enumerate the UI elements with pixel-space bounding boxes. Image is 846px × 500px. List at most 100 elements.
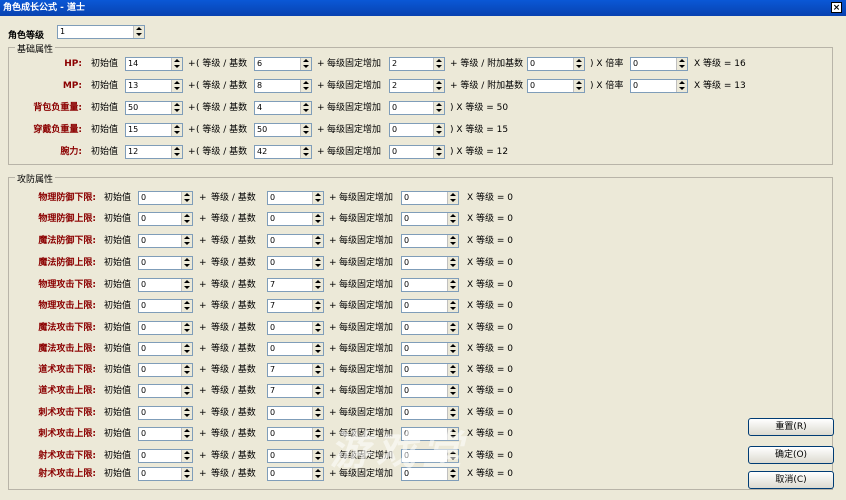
spin-arrows-icon[interactable]: [300, 80, 311, 92]
spin-arrows-icon[interactable]: [181, 450, 192, 462]
spin-arrows-icon[interactable]: [133, 26, 144, 38]
initial-input[interactable]: 0: [138, 191, 193, 205]
initial-input[interactable]: 0: [138, 363, 193, 377]
extra-base-input[interactable]: 0: [527, 79, 585, 93]
spin-arrows-icon[interactable]: [312, 450, 323, 462]
spin-arrows-icon[interactable]: [447, 364, 458, 376]
spin-arrows-icon[interactable]: [433, 102, 444, 114]
base-input[interactable]: 7: [267, 384, 324, 398]
spin-arrows-icon[interactable]: [171, 80, 182, 92]
fixed-input[interactable]: 0: [401, 342, 459, 356]
initial-input[interactable]: 0: [138, 278, 193, 292]
spin-arrows-icon[interactable]: [312, 213, 323, 225]
spin-arrows-icon[interactable]: [181, 213, 192, 225]
spin-arrows-icon[interactable]: [433, 124, 444, 136]
spin-arrows-icon[interactable]: [312, 192, 323, 204]
base-input[interactable]: 8: [254, 79, 312, 93]
multiplier-input[interactable]: 0: [630, 79, 688, 93]
spin-arrows-icon[interactable]: [447, 257, 458, 269]
spin-arrows-icon[interactable]: [447, 343, 458, 355]
initial-input[interactable]: 0: [138, 256, 193, 270]
spin-arrows-icon[interactable]: [300, 146, 311, 158]
fixed-input[interactable]: 0: [389, 145, 445, 159]
spin-arrows-icon[interactable]: [312, 257, 323, 269]
initial-input[interactable]: 0: [138, 234, 193, 248]
ok-button[interactable]: 确定(O): [748, 446, 834, 464]
base-input[interactable]: 0: [267, 427, 324, 441]
spin-arrows-icon[interactable]: [171, 124, 182, 136]
spin-arrows-icon[interactable]: [300, 124, 311, 136]
spin-arrows-icon[interactable]: [181, 192, 192, 204]
spin-arrows-icon[interactable]: [171, 146, 182, 158]
spin-arrows-icon[interactable]: [300, 58, 311, 70]
extra-base-input[interactable]: 0: [527, 57, 585, 71]
fixed-input[interactable]: 0: [401, 299, 459, 313]
spin-arrows-icon[interactable]: [433, 146, 444, 158]
spin-arrows-icon[interactable]: [312, 322, 323, 334]
spin-arrows-icon[interactable]: [433, 58, 444, 70]
base-input[interactable]: 4: [254, 101, 312, 115]
spin-arrows-icon[interactable]: [447, 235, 458, 247]
close-icon[interactable]: ×: [831, 2, 842, 13]
initial-input[interactable]: 0: [138, 467, 193, 481]
spin-arrows-icon[interactable]: [573, 58, 584, 70]
initial-input[interactable]: 12: [125, 145, 183, 159]
initial-input[interactable]: 50: [125, 101, 183, 115]
spin-arrows-icon[interactable]: [312, 468, 323, 480]
multiplier-input[interactable]: 0: [630, 57, 688, 71]
spin-arrows-icon[interactable]: [181, 235, 192, 247]
initial-input[interactable]: 0: [138, 427, 193, 441]
base-input[interactable]: 6: [254, 57, 312, 71]
spin-arrows-icon[interactable]: [447, 300, 458, 312]
base-input[interactable]: 50: [254, 123, 312, 137]
base-input[interactable]: 0: [267, 449, 324, 463]
initial-input[interactable]: 0: [138, 384, 193, 398]
base-input[interactable]: 0: [267, 342, 324, 356]
fixed-input[interactable]: 0: [401, 321, 459, 335]
initial-input[interactable]: 0: [138, 406, 193, 420]
spin-arrows-icon[interactable]: [300, 102, 311, 114]
spin-arrows-icon[interactable]: [433, 80, 444, 92]
base-input[interactable]: 42: [254, 145, 312, 159]
fixed-input[interactable]: 2: [389, 57, 445, 71]
spin-arrows-icon[interactable]: [447, 279, 458, 291]
spin-arrows-icon[interactable]: [312, 385, 323, 397]
base-input[interactable]: 0: [267, 191, 324, 205]
spin-arrows-icon[interactable]: [181, 257, 192, 269]
spin-arrows-icon[interactable]: [181, 322, 192, 334]
initial-input[interactable]: 0: [138, 449, 193, 463]
spin-arrows-icon[interactable]: [181, 364, 192, 376]
fixed-input[interactable]: 0: [401, 256, 459, 270]
spin-arrows-icon[interactable]: [181, 279, 192, 291]
base-input[interactable]: 7: [267, 299, 324, 313]
spin-arrows-icon[interactable]: [573, 80, 584, 92]
fixed-input[interactable]: 0: [401, 191, 459, 205]
spin-arrows-icon[interactable]: [181, 468, 192, 480]
spin-arrows-icon[interactable]: [312, 364, 323, 376]
spin-arrows-icon[interactable]: [181, 428, 192, 440]
spin-arrows-icon[interactable]: [676, 80, 687, 92]
spin-arrows-icon[interactable]: [312, 235, 323, 247]
fixed-input[interactable]: 0: [401, 278, 459, 292]
cancel-button[interactable]: 取消(C): [748, 471, 834, 489]
base-input[interactable]: 7: [267, 278, 324, 292]
base-input[interactable]: 0: [267, 406, 324, 420]
initial-input[interactable]: 15: [125, 123, 183, 137]
spin-arrows-icon[interactable]: [181, 385, 192, 397]
initial-input[interactable]: 0: [138, 342, 193, 356]
initial-input[interactable]: 0: [138, 299, 193, 313]
spin-arrows-icon[interactable]: [447, 192, 458, 204]
initial-input[interactable]: 0: [138, 212, 193, 226]
fixed-input[interactable]: 0: [389, 123, 445, 137]
spin-arrows-icon[interactable]: [181, 343, 192, 355]
initial-input[interactable]: 13: [125, 79, 183, 93]
spin-arrows-icon[interactable]: [447, 322, 458, 334]
fixed-input[interactable]: 0: [401, 212, 459, 226]
spin-arrows-icon[interactable]: [312, 407, 323, 419]
initial-input[interactable]: 14: [125, 57, 183, 71]
spin-arrows-icon[interactable]: [181, 407, 192, 419]
spin-arrows-icon[interactable]: [181, 300, 192, 312]
spin-arrows-icon[interactable]: [171, 102, 182, 114]
base-input[interactable]: 0: [267, 212, 324, 226]
base-input[interactable]: 7: [267, 363, 324, 377]
